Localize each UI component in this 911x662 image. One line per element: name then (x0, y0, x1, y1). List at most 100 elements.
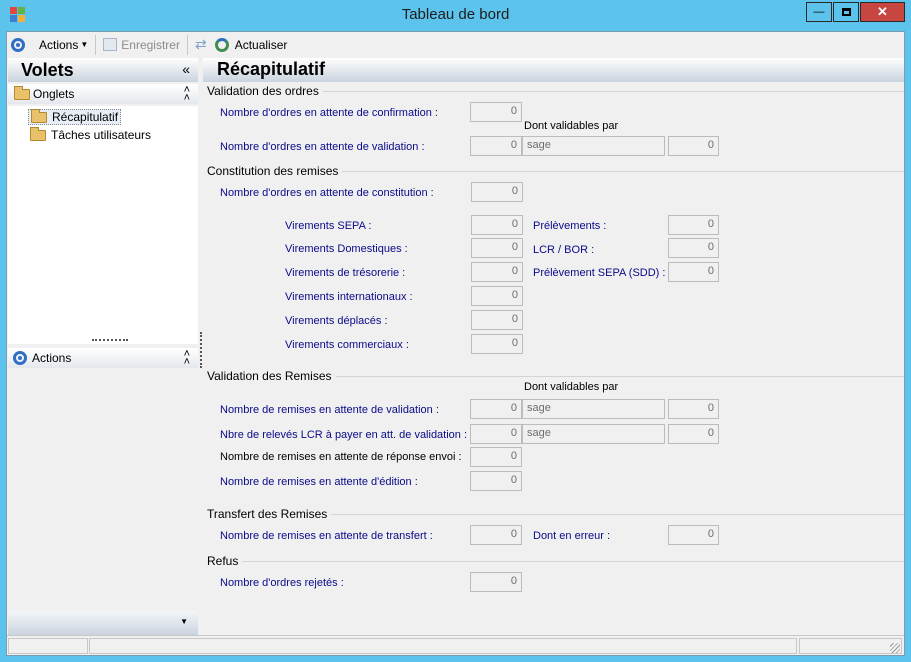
vertical-splitter-handle[interactable] (200, 332, 202, 368)
remise-field[interactable]: 0 (470, 471, 522, 491)
remise-field[interactable]: 0 (470, 399, 522, 419)
refus-field[interactable]: 0 (470, 572, 522, 592)
toolbar-separator (186, 34, 188, 55)
save-button[interactable]: Enregistrer (99, 34, 184, 56)
status-bar (7, 635, 904, 655)
remise-label: Nombre de remises en attente de réponse … (220, 451, 462, 463)
folder-icon (30, 126, 46, 141)
virement-label: Virements internationaux : (285, 291, 413, 303)
group-header: Validation des Remises (207, 369, 336, 383)
group-divider (207, 561, 904, 562)
actions-section-label: Actions (32, 351, 72, 365)
collapse-up-icon[interactable]: ˄ ˄ (184, 349, 190, 368)
remise-user-count-field[interactable]: 0 (668, 424, 719, 444)
onglets-tree: Récapitulatif Tâches utilisateurs (8, 106, 198, 344)
client-area: Actions ▼ Enregistrer ⇄ Actualiser Volet… (6, 31, 905, 656)
splitter-handle[interactable] (92, 339, 128, 341)
save-label: Enregistrer (121, 37, 180, 52)
remise-user-field[interactable]: sage (522, 399, 665, 419)
toolbar-separator (95, 34, 97, 55)
sync-button[interactable]: ⇄ (191, 34, 211, 56)
left-panel: Volets « Onglets ˄ ˄ Récapitulatif Tâches… (8, 58, 198, 635)
status-cell (799, 638, 902, 654)
validation-label: Nombre d'ordres en attente de validation… (220, 141, 425, 153)
constitution-field[interactable]: 0 (471, 182, 523, 202)
status-cell (89, 638, 797, 654)
virement-field[interactable]: 0 (471, 334, 523, 354)
validation-user-field[interactable]: sage (522, 136, 665, 156)
chevron-down-icon: ▼ (80, 40, 89, 49)
virement-field[interactable]: 0 (471, 286, 523, 306)
remise-user-field[interactable]: sage (522, 424, 665, 444)
title-bar: Tableau de bord — ✕ (0, 0, 911, 31)
virement-label: Virements de trésorerie : (285, 267, 406, 279)
prelevement-field[interactable]: 0 (668, 215, 719, 235)
actions-menu-label: Actions (39, 37, 79, 52)
virement-field[interactable]: 0 (471, 310, 523, 330)
maximize-icon (841, 8, 851, 16)
constitution-label: Nombre d'ordres en attente de constituti… (220, 187, 434, 199)
actions-menu-icon-button[interactable] (7, 34, 29, 56)
dont-validables-label: Dont validables par (524, 381, 619, 393)
tree-item-label: Récapitulatif (52, 110, 119, 124)
folder-icon (14, 86, 30, 100)
erreur-field[interactable]: 0 (668, 525, 719, 545)
remise-field[interactable]: 0 (470, 424, 522, 444)
validation-field[interactable]: 0 (470, 136, 522, 156)
remise-label: Nbre de relevés LCR à payer en att. de v… (220, 429, 468, 441)
actions-menu[interactable]: Actions ▼ (35, 34, 92, 56)
minimize-icon: — (813, 6, 825, 18)
tree-item-label: Tâches utilisateurs (51, 128, 152, 142)
prelevement-label: LCR / BOR : (533, 244, 595, 256)
dont-validables-label: Dont validables par (524, 120, 619, 132)
panel-title: Volets (21, 60, 74, 80)
group-header: Transfert des Remises (207, 507, 332, 521)
erreur-label: Dont en erreur : (533, 530, 611, 542)
refus-label: Nombre d'ordres rejetés : (220, 577, 344, 589)
remise-field[interactable]: 0 (470, 447, 522, 467)
onglets-label: Onglets (33, 87, 75, 101)
status-cell (8, 638, 88, 654)
collapse-up-icon[interactable]: ˄ ˄ (184, 85, 190, 104)
actions-ring-icon (13, 351, 27, 365)
tree-item-recapitulatif[interactable]: Récapitulatif (28, 108, 122, 125)
window-title: Tableau de bord (401, 6, 510, 23)
remise-label: Nombre de remises en attente de validati… (220, 404, 439, 416)
tree-item-taches[interactable]: Tâches utilisateurs (30, 126, 152, 142)
minimize-button[interactable]: — (806, 2, 832, 22)
refresh-button[interactable]: Actualiser (211, 34, 292, 56)
transfert-field[interactable]: 0 (470, 525, 522, 545)
prelevement-field[interactable]: 0 (668, 238, 719, 258)
prelevement-label: Prélèvement SEPA (SDD) : (533, 267, 666, 279)
refresh-icon (214, 37, 229, 52)
main-panel: Récapitulatif Validation des ordres Nomb… (203, 58, 904, 633)
group-header: Constitution des remises (207, 164, 343, 178)
sync-icon: ⇄ (194, 36, 207, 52)
virement-field[interactable]: 0 (471, 238, 523, 258)
app-window: Tableau de bord — ✕ Actions ▼ Enregistre… (0, 0, 911, 662)
validation-user-count-field[interactable]: 0 (668, 136, 719, 156)
virement-label: Virements commerciaux : (285, 339, 409, 351)
open-folder-icon (31, 108, 47, 123)
resize-grip-icon[interactable] (890, 643, 900, 653)
left-footer: ▼ (8, 611, 198, 635)
actions-ring-icon (11, 37, 25, 52)
collapse-left-icon[interactable]: « (182, 61, 190, 77)
prelevement-field[interactable]: 0 (668, 262, 719, 282)
virement-label: Virements SEPA : (285, 220, 372, 232)
prelevement-label: Prélèvements : (533, 220, 607, 232)
chevron-down-icon[interactable]: ▼ (180, 617, 188, 626)
main-header: Récapitulatif (203, 58, 904, 82)
maximize-button[interactable] (833, 2, 859, 22)
virement-field[interactable]: 0 (471, 262, 523, 282)
transfert-label: Nombre de remises en attente de transfer… (220, 530, 433, 542)
close-icon: ✕ (877, 4, 888, 19)
virement-field[interactable]: 0 (471, 215, 523, 235)
onglets-section-header[interactable]: Onglets ˄ ˄ (8, 84, 198, 104)
actions-section-header[interactable]: Actions ˄ ˄ (8, 348, 198, 368)
remise-label: Nombre de remises en attente d'édition : (220, 476, 418, 488)
virement-label: Virements Domestiques : (285, 243, 408, 255)
confirmation-field[interactable]: 0 (470, 102, 522, 122)
remise-user-count-field[interactable]: 0 (668, 399, 719, 419)
close-button[interactable]: ✕ (860, 2, 905, 22)
